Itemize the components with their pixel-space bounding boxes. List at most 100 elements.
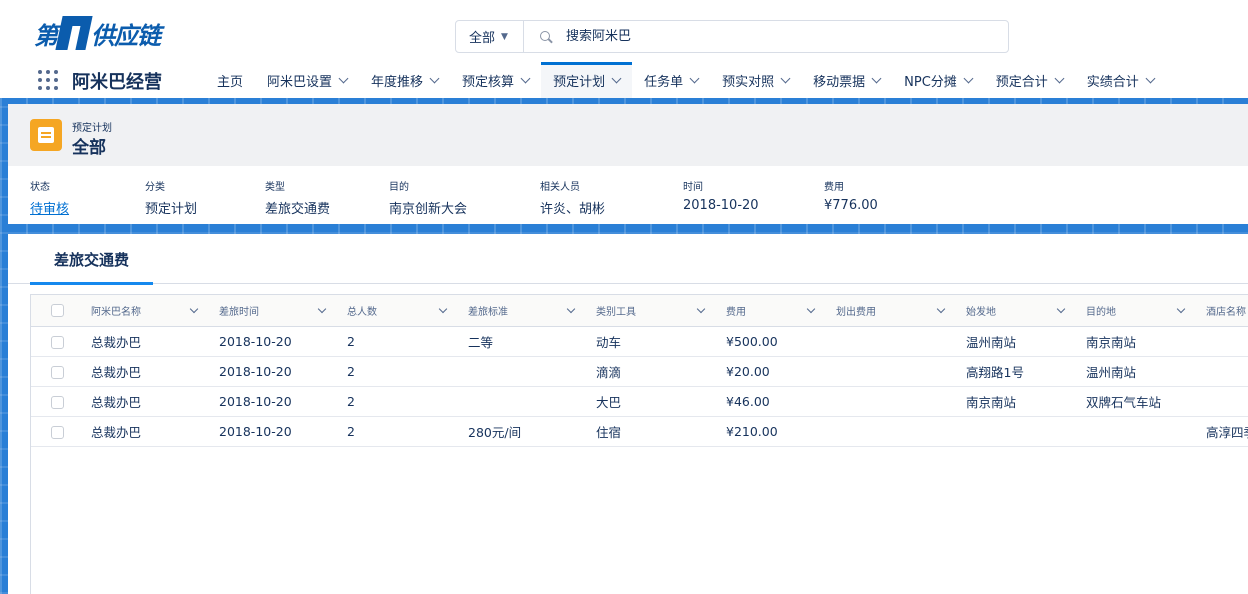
record-field-value: 许炎、胡彬 — [540, 202, 606, 217]
table-body: 总裁办巴 2018-10-20 2 二等 动车 ¥500.00 温州南站 南京南站 总裁办巴 20… — [31, 326, 1248, 447]
record-field-label: 目的 — [389, 182, 409, 193]
column-header-7[interactable]: 始发地 — [956, 294, 1076, 327]
table-cell — [1196, 386, 1248, 417]
record-field-2: 类型 差旅交通费 — [265, 178, 330, 217]
global-search: 全部 ▼ — [455, 20, 1009, 53]
nav-item-6[interactable]: 预实对照 — [710, 62, 801, 98]
column-header-8[interactable]: 目的地 — [1076, 294, 1196, 327]
select-all-checkbox[interactable] — [51, 304, 64, 317]
status-link[interactable]: 待审核 — [30, 198, 69, 217]
chevron-down-icon[interactable] — [1145, 73, 1156, 83]
record-field-value: 2018-10-20 — [683, 198, 759, 213]
table-cell: 总裁办巴 — [81, 356, 209, 387]
table-cell: 2 — [337, 416, 458, 447]
column-header-label: 总人数 — [347, 307, 377, 318]
nav-item-3[interactable]: 预定核算 — [450, 62, 541, 98]
nav-item-10[interactable]: 实绩合计 — [1075, 62, 1166, 98]
row-checkbox[interactable] — [51, 336, 64, 349]
row-checkbox[interactable] — [51, 396, 64, 409]
chevron-down-icon[interactable] — [963, 73, 974, 83]
column-header-4[interactable]: 类别工具 — [586, 294, 716, 327]
table-cell: 住宿 — [586, 416, 716, 447]
column-header-0[interactable]: 阿米巴名称 — [81, 294, 209, 327]
table-cell — [458, 386, 586, 417]
nav-item-label: 预定核算 — [462, 74, 515, 90]
nav-item-label: 预定合计 — [995, 74, 1048, 90]
table-row: 总裁办巴 2018-10-20 2 滴滴 ¥20.00 高翔路1号 温州南站 — [31, 356, 1248, 387]
nav-item-0[interactable]: 主页 — [205, 62, 255, 98]
table-cell: 总裁办巴 — [81, 386, 209, 417]
table-cell — [826, 386, 956, 417]
table-cell: 大巴 — [586, 386, 716, 417]
column-header-label: 目的地 — [1086, 307, 1116, 318]
column-menu-chevron-icon[interactable] — [936, 304, 946, 314]
chevron-down-icon[interactable] — [1054, 73, 1065, 83]
chevron-down-icon[interactable] — [429, 73, 440, 83]
app-name: 阿米巴经营 — [72, 72, 162, 93]
nav-item-label: 实绩合计 — [1086, 74, 1139, 90]
search-scope-label: 全部 — [469, 31, 496, 46]
nav-item-2[interactable]: 年度推移 — [359, 62, 450, 98]
chevron-down-icon[interactable] — [689, 73, 700, 83]
search-input[interactable] — [566, 29, 966, 44]
brand-logo[interactable]: 第 供应链 — [34, 14, 161, 52]
global-header: 第 供应链 全部 ▼ — [0, 0, 1248, 62]
search-scope-dropdown[interactable]: 全部 ▼ — [456, 21, 524, 52]
table-cell — [826, 326, 956, 357]
record-field-value: 预定计划 — [145, 202, 198, 217]
column-header-3[interactable]: 差旅标准 — [458, 294, 586, 327]
notebook-icon — [30, 119, 62, 151]
column-menu-chevron-icon[interactable] — [806, 304, 816, 314]
related-tabs: 差旅交通费 — [8, 234, 1248, 285]
nav-item-4[interactable]: 预定计划 — [541, 62, 633, 98]
column-menu-chevron-icon[interactable] — [317, 304, 327, 314]
nav-item-1[interactable]: 阿米巴设置 — [255, 62, 359, 98]
column-header-label: 差旅时间 — [219, 307, 259, 318]
nav-item-5[interactable]: 任务单 — [632, 62, 710, 98]
table-cell — [956, 416, 1076, 447]
chevron-down-icon[interactable] — [520, 73, 531, 83]
column-header-2[interactable]: 总人数 — [337, 294, 458, 327]
chevron-down-icon[interactable] — [780, 73, 791, 83]
record-field-3: 目的 南京创新大会 — [389, 178, 467, 217]
record-field-0: 状态 待审核 — [30, 178, 69, 217]
chevron-down-icon[interactable] — [871, 73, 882, 83]
column-menu-chevron-icon[interactable] — [438, 304, 448, 314]
column-menu-chevron-icon[interactable] — [1176, 304, 1186, 314]
row-checkbox-cell — [31, 416, 81, 447]
record-field-label: 相关人员 — [540, 182, 580, 193]
related-list-card: 差旅交通费 阿米巴名称 差旅时间 总人数 差旅标准 类别工具 费用 划出费用 始发地 目的地 酒店… — [8, 234, 1248, 594]
nav-item-label: 阿米巴设置 — [267, 74, 333, 90]
column-header-6[interactable]: 划出费用 — [826, 294, 956, 327]
row-checkbox[interactable] — [51, 426, 64, 439]
column-header-9[interactable]: 酒店名称 — [1196, 294, 1248, 327]
chevron-down-icon[interactable] — [611, 73, 622, 83]
nav-item-label: 主页 — [217, 74, 244, 90]
record-field-label: 时间 — [683, 182, 703, 193]
record-field-4: 相关人员 许炎、胡彬 — [540, 178, 605, 217]
record-highlight-fields: 状态 待审核 分类 预定计划 类型 差旅交通费 目的 南京创新大会 相关人员 许炎、胡彬 时间 201… — [8, 166, 1248, 224]
column-menu-chevron-icon[interactable] — [189, 304, 199, 314]
record-field-label: 类型 — [265, 182, 285, 193]
table-cell: 2 — [337, 386, 458, 417]
row-checkbox-cell — [31, 386, 81, 417]
chevron-down-icon[interactable] — [338, 73, 349, 83]
row-checkbox-cell — [31, 356, 81, 387]
table-cell: 总裁办巴 — [81, 416, 209, 447]
column-menu-chevron-icon[interactable] — [566, 304, 576, 314]
record-header-top: 预定计划 全部 — [8, 104, 1248, 166]
app-launcher-icon[interactable] — [38, 70, 58, 90]
nav-item-7[interactable]: 移动票据 — [801, 62, 892, 98]
nav-item-9[interactable]: 预定合计 — [984, 62, 1075, 98]
column-header-5[interactable]: 费用 — [716, 294, 826, 327]
app-nav-bar: 阿米巴经营 主页 阿米巴设置 年度推移 预定核算 预定计划 任务单 预实对照 移动票据 NPC分… — [0, 62, 1248, 98]
nav-items: 主页 阿米巴设置 年度推移 预定核算 预定计划 任务单 预实对照 移动票据 NPC分摊 预定合计 实… — [205, 62, 1166, 98]
column-menu-chevron-icon[interactable] — [696, 304, 706, 314]
table-row: 总裁办巴 2018-10-20 2 大巴 ¥46.00 南京南站 双牌石气车站 — [31, 386, 1248, 417]
table-cell: 二等 — [458, 326, 586, 357]
row-checkbox[interactable] — [51, 366, 64, 379]
tab-travel-expense[interactable]: 差旅交通费 — [30, 234, 154, 285]
column-header-1[interactable]: 差旅时间 — [209, 294, 337, 327]
nav-item-8[interactable]: NPC分摊 — [892, 62, 984, 98]
column-menu-chevron-icon[interactable] — [1056, 304, 1066, 314]
